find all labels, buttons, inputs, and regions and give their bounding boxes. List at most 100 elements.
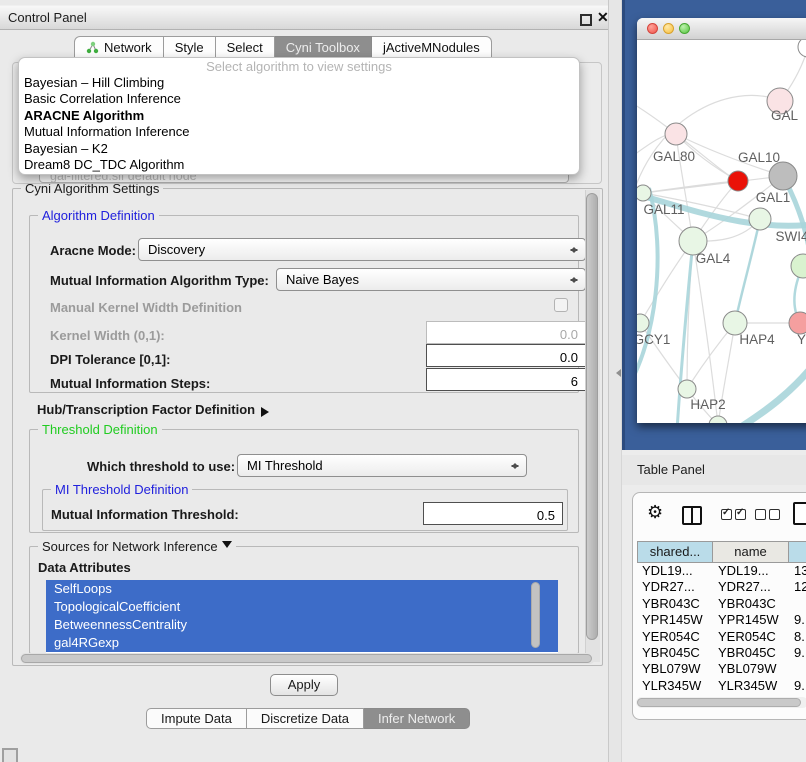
attribute-item-gal4rgexp[interactable]: gal4RGexp bbox=[46, 634, 558, 652]
table-cell: 9. bbox=[789, 645, 806, 661]
table-row[interactable]: YBR045CYBR045C9. bbox=[637, 645, 806, 661]
network-canvas[interactable]: GALGAL80GAL10GAL11GAL1SWI4GAL4GCY1HAP4YH… bbox=[637, 40, 806, 423]
table-cell: YPR145W bbox=[637, 612, 713, 628]
new-table-icon[interactable] bbox=[793, 502, 806, 525]
minimize-traffic-icon[interactable] bbox=[663, 23, 674, 34]
table-row[interactable]: YDR27...YDR27...12 bbox=[637, 579, 806, 595]
settings-hscrollbar[interactable] bbox=[20, 653, 595, 664]
network-window-titlebar[interactable] bbox=[637, 18, 806, 40]
tab-style[interactable]: Style bbox=[164, 36, 216, 58]
dropdown-placeholder: Select algorithm to view settings bbox=[19, 58, 579, 75]
algorithm-definition-title: Algorithm Definition bbox=[38, 208, 159, 223]
data-attributes-list[interactable]: SelfLoopsTopologicalCoefficientBetweenne… bbox=[46, 580, 558, 653]
node-gal11[interactable] bbox=[637, 185, 651, 201]
select-all-check-icon[interactable] bbox=[721, 509, 732, 520]
table-row[interactable]: YDL19...YDL19...13 bbox=[637, 563, 806, 579]
column-header-shared[interactable]: shared... bbox=[637, 541, 713, 563]
which-threshold-value: MI Threshold bbox=[247, 458, 323, 473]
table-row[interactable]: YLR345WYLR345W9. bbox=[637, 678, 806, 694]
table-row[interactable]: YBR043CYBR043C bbox=[637, 596, 806, 612]
table-cell: YBL079W bbox=[713, 661, 789, 677]
node-hap2[interactable] bbox=[678, 380, 696, 398]
aracne-mode-label: Aracne Mode: bbox=[50, 243, 136, 258]
algorithm-option-basic-correlation-inference[interactable]: Basic Correlation Inference bbox=[19, 91, 579, 107]
tab-select[interactable]: Select bbox=[216, 36, 275, 58]
attributes-list-scrollbar[interactable] bbox=[531, 582, 540, 648]
table-row[interactable]: YPR145WYPR145W9. bbox=[637, 612, 806, 628]
screen: Control Panel ✕ Network Style SelectCyni T… bbox=[0, 0, 806, 762]
mi-steps-field[interactable] bbox=[426, 368, 586, 391]
tab-jactivemnodules[interactable]: jActiveMNodules bbox=[372, 36, 492, 58]
which-threshold-combobox[interactable]: MI Threshold bbox=[237, 454, 527, 477]
columns-icon[interactable] bbox=[682, 506, 702, 525]
gear-icon[interactable]: ⚙ bbox=[647, 503, 663, 521]
attribute-item-betweennesscentrality[interactable]: BetweennessCentrality bbox=[46, 616, 558, 634]
node-partial-top[interactable] bbox=[798, 40, 806, 57]
apply-button[interactable]: Apply bbox=[270, 674, 338, 696]
algorithm-option-bayesian-k2[interactable]: Bayesian – K2 bbox=[19, 141, 579, 157]
mi-threshold-definition-group: MI Threshold Definition Mutual Informati… bbox=[42, 489, 568, 531]
threshold-definition-group: Threshold Definition Which threshold to … bbox=[29, 429, 579, 533]
tab-cyni-toolbox[interactable]: Cyni Toolbox bbox=[275, 36, 372, 58]
collapse-arrow-icon[interactable] bbox=[222, 541, 232, 553]
kernel-width-field[interactable] bbox=[426, 321, 586, 344]
close-traffic-icon[interactable] bbox=[647, 23, 658, 34]
node-gal1[interactable] bbox=[749, 208, 771, 230]
settings-hscrollbar-thumb[interactable] bbox=[21, 654, 592, 663]
node-right-green[interactable] bbox=[791, 254, 806, 278]
algorithm-option-bayesian-hill-climbing[interactable]: Bayesian – Hill Climbing bbox=[19, 75, 579, 91]
node-red[interactable] bbox=[728, 171, 748, 191]
table-row[interactable]: YER054CYER054C8. bbox=[637, 629, 806, 645]
aracne-mode-combobox[interactable]: Discovery bbox=[138, 238, 586, 261]
table-row[interactable]: YBL079WYBL079W bbox=[637, 661, 806, 677]
manual-kernel-checkbox[interactable] bbox=[554, 298, 568, 312]
control-panel-titlebar: Control Panel ✕ bbox=[0, 5, 608, 30]
table-cell: 8. bbox=[789, 629, 806, 645]
close-icon[interactable]: ✕ bbox=[597, 9, 609, 26]
hub-section-label[interactable]: Hub/Transcription Factor Definition bbox=[37, 402, 274, 417]
table-hscrollbar[interactable] bbox=[636, 697, 806, 708]
zoom-traffic-icon[interactable] bbox=[679, 23, 690, 34]
attribute-item-selfloops[interactable]: SelfLoops bbox=[46, 580, 558, 598]
data-attributes-label: Data Attributes bbox=[38, 560, 131, 575]
node-label-gal11: GAL11 bbox=[643, 202, 684, 217]
deselect-all-icon[interactable] bbox=[769, 509, 780, 520]
settings-scrollbar-thumb[interactable] bbox=[586, 193, 598, 640]
node-salmon[interactable] bbox=[789, 312, 806, 334]
algorithm-option-dream8-dc-tdc-algorithm[interactable]: Dream8 DC_TDC Algorithm bbox=[19, 157, 579, 173]
expand-arrow-icon[interactable] bbox=[261, 407, 274, 417]
table-hscrollbar-thumb[interactable] bbox=[637, 698, 801, 707]
deselect-all-icon[interactable] bbox=[755, 509, 766, 520]
node-label-swi4: SWI4 bbox=[775, 229, 806, 244]
attribute-item-topologicalcoefficient[interactable]: TopologicalCoefficient bbox=[46, 598, 558, 616]
tab-infer-network[interactable]: Infer Network bbox=[364, 708, 470, 729]
control-panel-window: Control Panel ✕ Network Style SelectCyni T… bbox=[0, 0, 609, 762]
table-cell: YBR045C bbox=[713, 645, 789, 661]
tab-discretize-data[interactable]: Discretize Data bbox=[247, 708, 364, 729]
network-window[interactable]: GALGAL80GAL10GAL11GAL1SWI4GAL4GCY1HAP4YH… bbox=[637, 18, 806, 423]
column-header-a[interactable]: A bbox=[789, 541, 806, 563]
table-cell bbox=[789, 596, 806, 612]
node-bottom-green[interactable] bbox=[709, 416, 727, 423]
mi-type-combobox[interactable]: Naive Bayes bbox=[276, 268, 586, 291]
dpi-tolerance-field[interactable] bbox=[426, 344, 586, 367]
float-window-icon[interactable] bbox=[580, 14, 592, 26]
combo-spinner-icon bbox=[511, 459, 519, 473]
node-gal10[interactable] bbox=[769, 162, 797, 190]
algorithm-dropdown-popup: Select algorithm to view settings Bayesi… bbox=[18, 57, 580, 175]
column-header-name[interactable]: name bbox=[713, 541, 789, 563]
mi-threshold-field[interactable] bbox=[423, 502, 563, 525]
tab-label: Style bbox=[175, 40, 204, 55]
algorithm-option-aracne-algorithm[interactable]: ARACNE Algorithm bbox=[19, 108, 579, 124]
node-gcy1[interactable] bbox=[637, 314, 649, 332]
tab-network[interactable]: Network bbox=[74, 36, 164, 58]
panel-splitter[interactable] bbox=[609, 0, 622, 762]
algorithm-option-mutual-information-inference[interactable]: Mutual Information Inference bbox=[19, 124, 579, 140]
sources-title[interactable]: Sources for Network Inference bbox=[38, 539, 236, 554]
splitter-collapse-icon[interactable] bbox=[612, 369, 621, 377]
select-all-check-icon[interactable] bbox=[735, 509, 746, 520]
tab-impute-data[interactable]: Impute Data bbox=[146, 708, 247, 729]
panel-grip-icon[interactable] bbox=[2, 748, 18, 762]
node-label-gal80: GAL80 bbox=[653, 149, 695, 164]
node-gal80[interactable] bbox=[665, 123, 687, 145]
